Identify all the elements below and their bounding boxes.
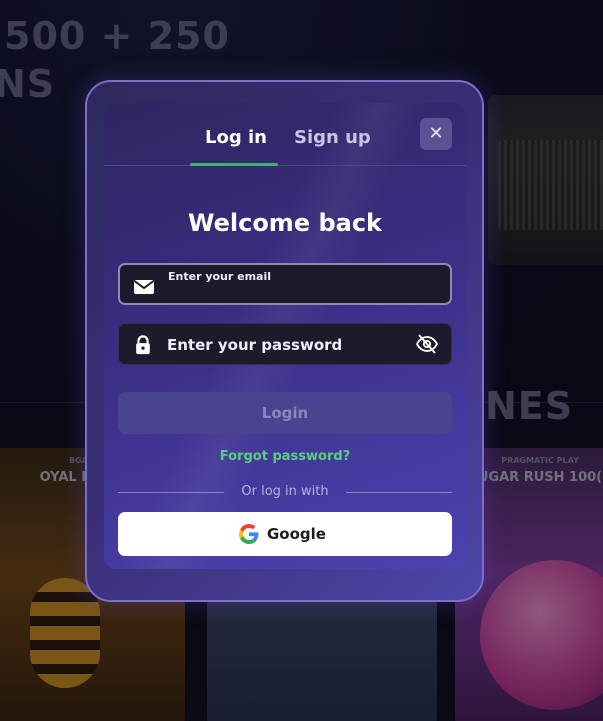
envelope-icon bbox=[133, 280, 155, 294]
forgot-password-link[interactable]: Forgot password? bbox=[104, 449, 466, 464]
email-placeholder: Enter your email bbox=[168, 270, 272, 283]
login-modal: Log in Sign up ✕ Welcome back Enter your… bbox=[104, 103, 466, 569]
google-icon bbox=[239, 524, 259, 544]
google-login-button[interactable]: Google bbox=[118, 512, 452, 556]
tab-sign-up[interactable]: Sign up bbox=[294, 127, 371, 148]
email-field[interactable]: Enter your email bbox=[118, 263, 452, 305]
modal-title: Welcome back bbox=[187, 209, 383, 237]
eye-off-icon[interactable] bbox=[415, 333, 439, 355]
login-button[interactable]: Login bbox=[118, 392, 452, 434]
tab-log-in[interactable]: Log in bbox=[205, 127, 267, 148]
google-label: Google bbox=[267, 525, 326, 543]
or-separator: Or log in with bbox=[118, 484, 452, 500]
close-icon: ✕ bbox=[428, 123, 444, 144]
password-placeholder: Enter your password bbox=[167, 336, 343, 354]
close-button[interactable]: ✕ bbox=[420, 118, 452, 150]
auth-tabs: Log in Sign up bbox=[104, 103, 466, 166]
active-tab-indicator bbox=[190, 163, 278, 166]
lock-icon bbox=[136, 335, 150, 355]
password-field[interactable]: Enter your password bbox=[118, 323, 452, 365]
divider-right bbox=[346, 492, 452, 493]
